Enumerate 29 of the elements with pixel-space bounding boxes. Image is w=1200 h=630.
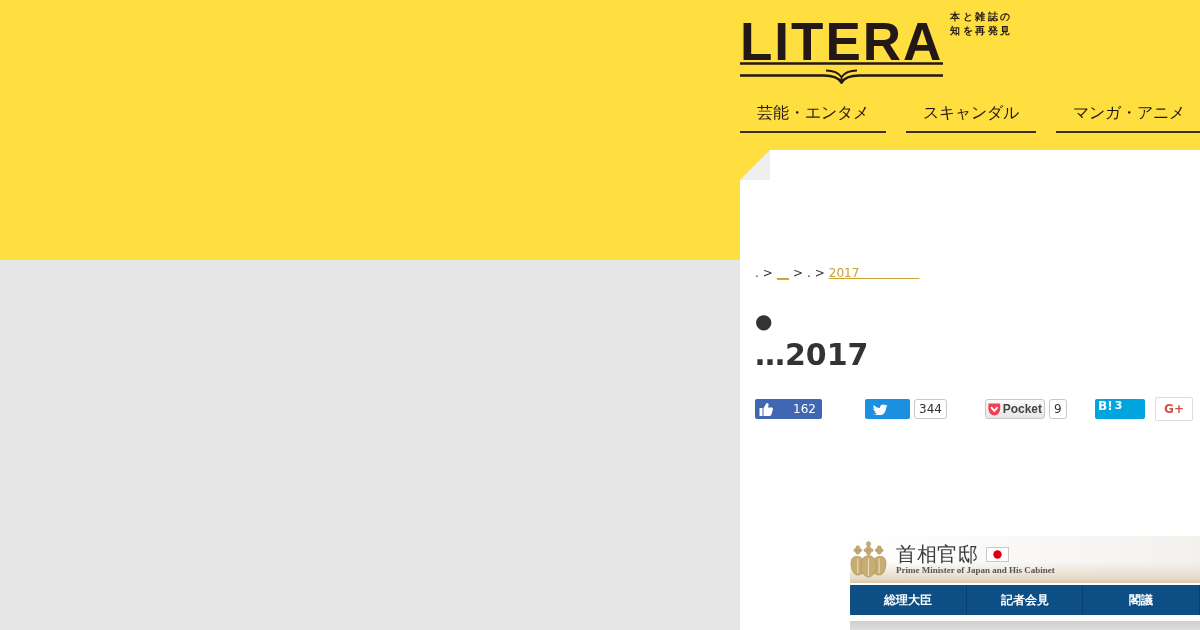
site-subtitle: Prime Minister of Japan and His Cabinet [896,565,1055,576]
pocket-icon [988,402,1001,416]
thumbs-up-icon [759,402,773,416]
breadcrumb-separator: > [814,266,825,280]
article-title: ● …2017 [755,308,870,372]
menu-heading-text: 総理大臣 [850,585,967,615]
nav-link[interactable]: マンガ・アニメ [1056,94,1200,133]
menu-heading-text: 記者会見 [966,585,1084,615]
site-title: 首相官邸 [896,543,978,565]
logo-tagline: 本と雑誌の知を再発見 [950,10,1014,38]
site-logo[interactable]: LITERA [740,15,944,69]
breadcrumb-text: . [806,266,811,280]
share-count: 9 [1049,399,1067,419]
like-button[interactable]: 162 [755,399,822,419]
breadcrumb-text: . [755,266,759,280]
flag-icon [986,546,1009,562]
menu-heading-text: 閣議 [1083,585,1200,615]
google-plus-button[interactable]: G+ [1155,397,1193,421]
bird-icon [873,403,888,415]
pocket-button[interactable]: Pocket [985,399,1045,419]
breadcrumb-separator: > [762,266,773,280]
nav-link[interactable]: スキャンダル [906,94,1036,133]
folded-corner-icon [740,150,770,180]
breadcrumb-separator: > [792,266,803,280]
tweet-button[interactable] [865,399,910,419]
crest-icon [850,541,887,578]
share-count: 344 [914,399,947,419]
book-icon [740,62,943,84]
nav-link[interactable]: 芸能・エンタメ [740,94,886,133]
